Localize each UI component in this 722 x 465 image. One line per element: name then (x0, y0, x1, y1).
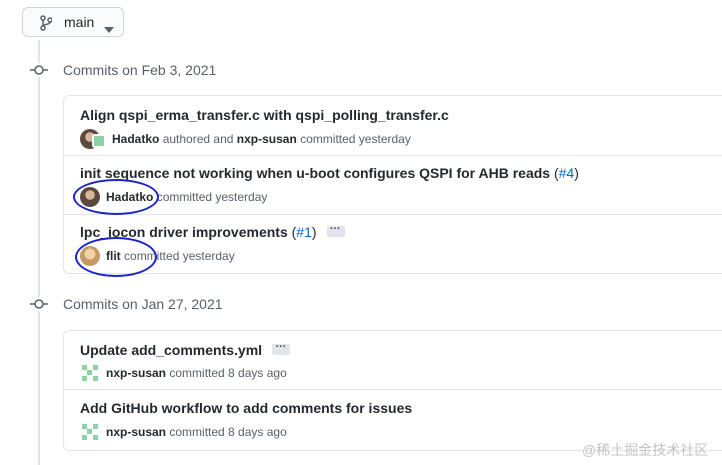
commit-node-icon (30, 297, 48, 311)
commit-meta: nxp-susan committed 8 days ago (80, 422, 287, 442)
commit-title-link[interactable]: Align qspi_erma_transfer.c with qspi_pol… (80, 107, 449, 123)
author-link[interactable]: flit (106, 249, 121, 263)
commit-meta: Hadatko committed yesterday (80, 187, 267, 207)
commit-meta-text: authored and (162, 132, 234, 146)
commit-title-link[interactable]: Update add_comments.yml (80, 338, 291, 358)
author-link[interactable]: nxp-susan (106, 366, 166, 380)
group-heading: Commits on Jan 27, 2021 (63, 296, 223, 312)
author-link[interactable]: nxp-susan (106, 425, 166, 439)
commit-date: committed yesterday (300, 132, 411, 146)
commit-title-text[interactable]: init sequence not working when u-boot co… (80, 165, 550, 181)
git-branch-icon (40, 15, 53, 34)
author-link[interactable]: Hadatko (106, 190, 153, 204)
avatar[interactable] (80, 363, 100, 383)
commit-meta: nxp-susan committed 8 days ago (80, 363, 287, 383)
commit-date: committed yesterday (124, 249, 235, 263)
commit-row: Update add_comments.yml nxp-susan commit… (64, 331, 722, 389)
pr-paren-close: ) (311, 224, 317, 240)
commit-list: Align qspi_erma_transfer.c with qspi_pol… (63, 95, 722, 274)
commit-node-icon (30, 63, 48, 77)
pr-paren-close: ) (574, 165, 579, 181)
watermark: @稀土掘金技术社区 (582, 442, 709, 458)
avatar[interactable] (80, 422, 100, 442)
commit-row: init sequence not working when u-boot co… (64, 155, 722, 214)
commit-row: Align qspi_erma_transfer.c with qspi_pol… (64, 96, 722, 155)
pr-link[interactable]: #4 (559, 165, 575, 181)
commit-date: committed yesterday (156, 190, 268, 204)
commit-title-link[interactable]: init sequence not working when u-boot co… (80, 165, 579, 181)
avatar[interactable] (80, 246, 100, 266)
avatar[interactable] (80, 187, 100, 207)
commit-meta: flit committed yesterday (80, 246, 235, 266)
commit-title-text[interactable]: lpc_iocon driver improvements (80, 224, 288, 240)
author-link[interactable]: Hadatko (112, 132, 159, 146)
chevron-down-icon (104, 20, 114, 36)
branch-label: main (64, 14, 95, 30)
commit-date: committed 8 days ago (169, 425, 287, 439)
avatar[interactable] (92, 134, 106, 148)
commit-title-text[interactable]: Update add_comments.yml (80, 342, 262, 358)
commit-date: committed 8 days ago (169, 366, 287, 380)
commit-title-link[interactable]: lpc_iocon driver improvements (#1) (80, 220, 345, 240)
commit-list: Update add_comments.yml nxp-susan commit… (63, 330, 722, 451)
branch-select-button[interactable]: main (22, 7, 124, 37)
commit-meta: Hadatko authored and nxp-susan committed… (80, 129, 411, 149)
commit-title-link[interactable]: Add GitHub workflow to add comments for … (80, 400, 412, 416)
expand-message-button[interactable] (272, 338, 291, 355)
expand-message-button[interactable] (326, 220, 345, 237)
group-heading: Commits on Feb 3, 2021 (63, 62, 217, 78)
pr-link[interactable]: #1 (296, 224, 312, 240)
commit-row: lpc_iocon driver improvements (#1) flit … (64, 214, 722, 273)
committer-link[interactable]: nxp-susan (237, 132, 297, 146)
timeline-line (38, 40, 40, 465)
